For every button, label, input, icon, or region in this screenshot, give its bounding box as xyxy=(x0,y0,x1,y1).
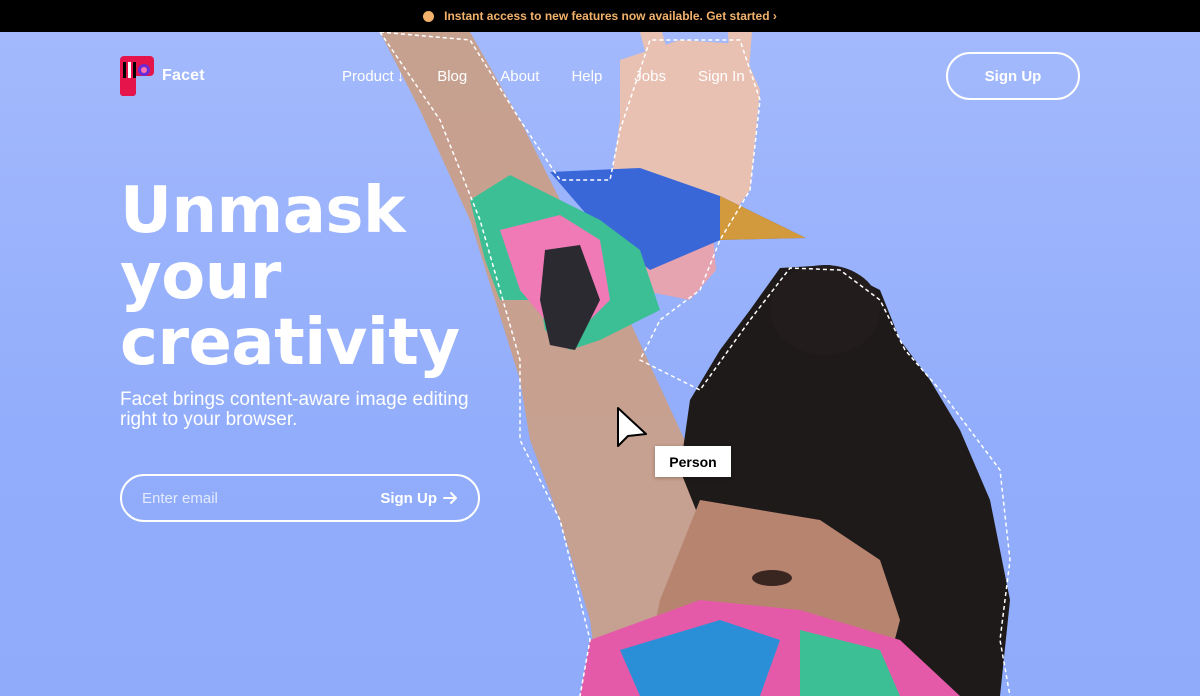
nav-item-help[interactable]: Help xyxy=(571,66,602,86)
arrow-right-icon xyxy=(443,492,457,504)
nav-item-jobs[interactable]: Jobs xyxy=(634,66,666,86)
arrow-down-icon: ↓ xyxy=(396,67,405,85)
headline-line-1: Unmask xyxy=(120,174,406,248)
email-input[interactable] xyxy=(142,489,362,507)
nav-item-blog[interactable]: Blog xyxy=(437,66,467,86)
email-signup-button[interactable]: Sign Up xyxy=(380,490,458,507)
announcement-dot-icon xyxy=(423,10,435,22)
main-nav: Product ↓ Blog About Help Jobs Sign In xyxy=(342,66,745,86)
facet-logo-icon xyxy=(120,56,154,96)
selection-label: Person xyxy=(655,446,731,477)
hero-subtext: Facet brings content-aware image editing… xyxy=(120,389,469,430)
nav-item-label: Product xyxy=(342,67,394,85)
headline-line-3: creativity xyxy=(120,306,460,380)
cursor-icon xyxy=(617,407,647,447)
nav-item-sign-in[interactable]: Sign In xyxy=(698,66,745,86)
header-signup-button[interactable]: Sign Up xyxy=(946,52,1080,100)
headline-line-2: your xyxy=(120,240,281,314)
announcement-text[interactable]: Instant access to new features now avail… xyxy=(444,9,777,23)
email-signup-label: Sign Up xyxy=(380,489,437,507)
hero-headline: Unmask your creativity xyxy=(120,178,500,376)
announcement-bar[interactable]: Instant access to new features now avail… xyxy=(0,0,1200,32)
brand-logo[interactable]: Facet xyxy=(120,56,205,96)
nav-item-product[interactable]: Product ↓ xyxy=(342,66,404,86)
brand-name: Facet xyxy=(162,67,205,84)
nav-item-about[interactable]: About xyxy=(500,66,539,86)
email-signup-form: Sign Up xyxy=(120,474,480,522)
